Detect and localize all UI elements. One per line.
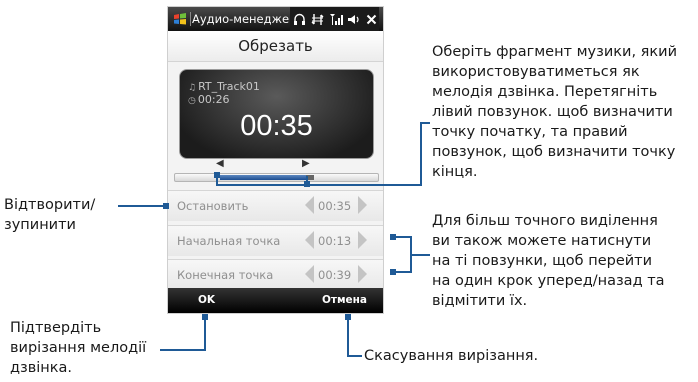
start-point-value: 00:13 (318, 234, 352, 248)
connectivity-icon (310, 10, 325, 28)
connector-line (420, 122, 430, 124)
duration-row: ◷ 00:26 (188, 93, 230, 106)
callout-line: Відтворити/ (4, 197, 96, 213)
title-separator (190, 12, 191, 26)
ok-softkey[interactable]: OK (198, 288, 215, 313)
selected-range (220, 175, 306, 180)
title-bar: Аудио-менедже (168, 7, 383, 31)
connector-line (410, 254, 430, 256)
end-next-arrow-icon[interactable] (358, 265, 367, 283)
end-point-value: 00:39 (318, 268, 352, 282)
callout-line: використовуватиметься як (432, 64, 640, 80)
clock-icon: ◷ (188, 96, 196, 106)
cancel-softkey[interactable]: Отмена (322, 288, 367, 313)
callout-precise-selection: Для більш точного виділення ви також мож… (432, 211, 694, 311)
callout-line: вирізання мелодії (10, 340, 147, 356)
start-prev-arrow-icon[interactable] (305, 231, 314, 249)
start-handle-pointer (214, 172, 220, 178)
track-name-row: ♫ RT_Track01 (188, 80, 260, 93)
callout-line: мелодія дзвінка. Перетягніть (432, 84, 658, 100)
volume-icon (346, 10, 361, 28)
stop-prev-arrow-icon[interactable] (305, 196, 314, 214)
trim-slider[interactable] (174, 173, 379, 182)
phone-screen: Аудио-менедже Обрезать ♫RT_Track01 ◷00 (167, 6, 384, 314)
callout-line: кінця. (432, 164, 478, 180)
callout-play-stop: Відтворити/ зупинити (4, 195, 95, 235)
player-display: ♫ RT_Track01 ◷ 00:26 00:35 (179, 69, 374, 159)
track-name: RT_Track01 (198, 80, 260, 93)
close-icon[interactable] (364, 10, 379, 28)
end-point-pointer (390, 269, 396, 275)
callout-line: відмітити їх. (432, 293, 528, 309)
music-note-icon: ♫ (188, 83, 197, 93)
start-point-row[interactable]: Начальная точка 00:13 (168, 225, 383, 256)
end-point-label: Конечная точка (177, 268, 274, 282)
current-time: 00:35 (240, 110, 313, 142)
callout-line: Підтвердіть (10, 320, 102, 336)
status-icons (290, 7, 379, 31)
callout-line: Для більш точного виділення (432, 213, 658, 229)
callout-line: ви також можете натиснути (432, 233, 652, 249)
callout-line: дзвінка. (10, 360, 73, 376)
app-title: Аудио-менедже (192, 12, 290, 26)
start-next-arrow-icon[interactable] (358, 231, 367, 249)
callout-select-fragment: Оберіть фрагмент музики, який використов… (432, 42, 694, 182)
signal-icon (328, 10, 343, 28)
headphones-icon (292, 10, 307, 28)
callout-cancel: Скасування вирізання. (364, 348, 539, 364)
end-handle-pointer (304, 181, 310, 187)
callout-line: точку початку, та правий (432, 124, 628, 140)
cancel-pointer (345, 314, 351, 320)
connector-line (216, 184, 422, 186)
windows-start-icon[interactable] (173, 12, 187, 26)
stop-pointer (163, 203, 169, 209)
start-point-pointer (390, 234, 396, 240)
callout-line: Оберіть фрагмент музики, який (432, 44, 677, 60)
callout-line: лівий повзунок. щоб визначити (432, 104, 673, 120)
stop-label[interactable]: Остановить (177, 199, 248, 213)
start-handle-marker[interactable]: ◀ (216, 158, 224, 169)
end-prev-arrow-icon[interactable] (305, 265, 314, 283)
start-point-label: Начальная точка (177, 234, 281, 248)
end-point-row[interactable]: Конечная точка 00:39 (168, 259, 383, 290)
track-duration: 00:26 (197, 93, 230, 106)
stop-value: 00:35 (318, 199, 352, 213)
stop-row[interactable]: Остановить 00:35 (168, 190, 383, 221)
end-handle-marker[interactable]: ▶ (302, 158, 310, 169)
callout-line: зупинити (4, 217, 76, 233)
connector-line (160, 349, 206, 351)
connector-line (347, 316, 349, 356)
callout-line: на один крок уперед/назад та (432, 273, 665, 289)
callout-confirm: Підтвердіть вирізання мелодії дзвінка. (10, 318, 146, 378)
connector-line (118, 205, 166, 207)
ok-pointer (202, 314, 208, 320)
callout-line: на ті повзунки, щоб перейти (432, 253, 653, 269)
connector-line (347, 355, 362, 357)
connector-line (420, 122, 422, 186)
callout-line: повзунок, щоб визначити точку (432, 144, 676, 160)
page-title: Обрезать (168, 31, 383, 62)
stop-next-arrow-icon[interactable] (358, 196, 367, 214)
softkey-bar: OK Отмена (168, 288, 383, 313)
connector-line (204, 316, 206, 351)
